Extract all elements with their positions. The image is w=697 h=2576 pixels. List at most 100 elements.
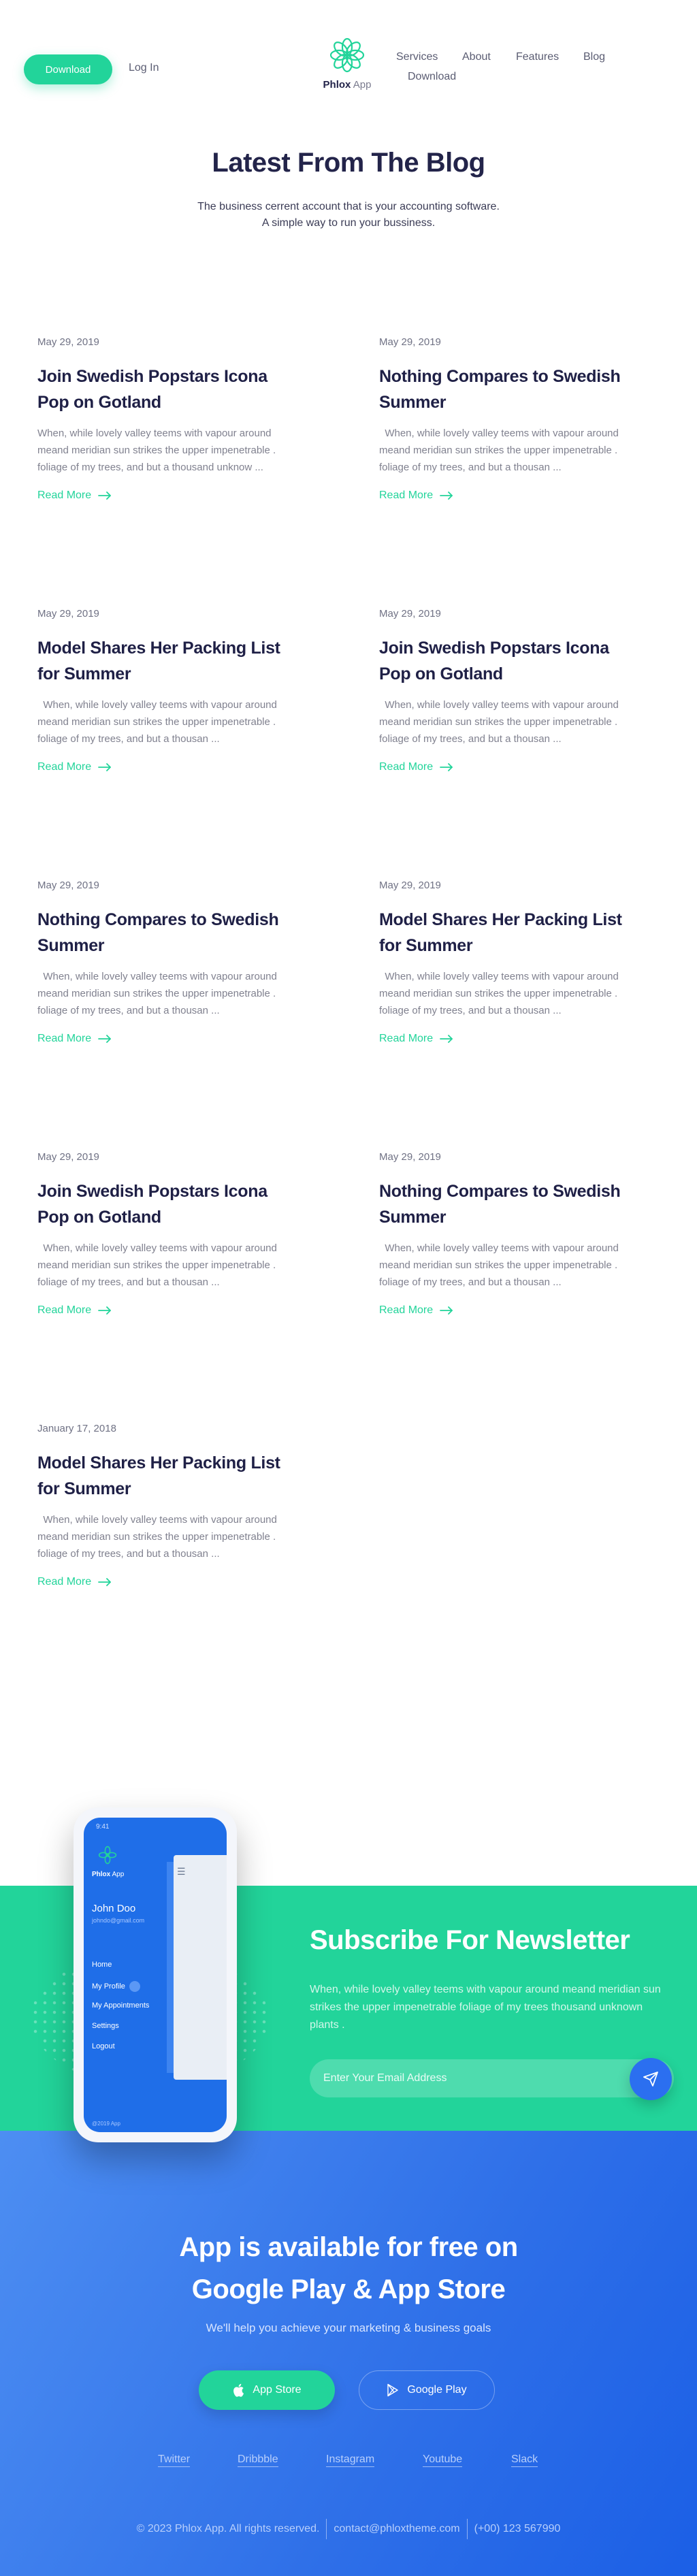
app-subtitle: We'll help you achieve your marketing & … bbox=[206, 2321, 491, 2334]
blog-title: Latest From The Blog bbox=[212, 148, 485, 178]
phone-user-name: John Doo bbox=[92, 1903, 136, 1914]
read-more-link[interactable]: Read More bbox=[37, 489, 296, 502]
post-title[interactable]: Nothing Compares to Swedish Summer bbox=[379, 364, 638, 415]
post-date: May 29, 2019 bbox=[379, 880, 441, 891]
google-play-button[interactable]: Google Play bbox=[359, 2370, 495, 2410]
post-date: May 29, 2019 bbox=[37, 880, 99, 891]
post-title[interactable]: Model Shares Her Packing List for Summer bbox=[37, 635, 296, 687]
blog-post-card[interactable]: May 29, 2019 Nothing Compares to Swedish … bbox=[379, 1151, 638, 1317]
post-excerpt: When, while lovely valley teems with vap… bbox=[37, 699, 280, 745]
post-excerpt: When, while lovely valley teems with vap… bbox=[379, 428, 622, 473]
post-date: May 29, 2019 bbox=[379, 336, 441, 348]
phone-menu-logout: Logout bbox=[92, 2042, 115, 2050]
logo-text: Phlox App bbox=[323, 79, 372, 91]
read-more-link[interactable]: Read More bbox=[379, 761, 638, 773]
post-title[interactable]: Join Swedish Popstars Icona Pop on Gotla… bbox=[37, 1178, 296, 1230]
blog-post-card[interactable]: May 29, 2019 Join Swedish Popstars Icona … bbox=[379, 608, 638, 773]
phone-logo-icon bbox=[98, 1846, 117, 1865]
arrow-right-icon bbox=[98, 492, 112, 500]
logo[interactable]: Phlox App bbox=[320, 35, 374, 97]
arrow-right-icon bbox=[440, 1035, 453, 1043]
newsletter-title: Subscribe For Newsletter bbox=[310, 1925, 630, 1955]
post-title[interactable]: Nothing Compares to Swedish Summer bbox=[37, 907, 296, 959]
blog-post-card[interactable]: May 29, 2019 Join Swedish Popstars Icona … bbox=[37, 336, 296, 502]
phone-menu-profile: My Profile bbox=[92, 1981, 140, 1992]
app-store-button[interactable]: App Store bbox=[199, 2370, 335, 2410]
phone-copyright: @2019 App bbox=[92, 2121, 120, 2127]
post-date: May 29, 2019 bbox=[37, 336, 99, 348]
blog-post-card[interactable]: May 29, 2019 Join Swedish Popstars Icona … bbox=[37, 1151, 296, 1317]
read-more-link[interactable]: Read More bbox=[37, 1576, 296, 1588]
social-instagram[interactable]: Instagram bbox=[326, 2453, 375, 2470]
read-more-link[interactable]: Read More bbox=[37, 761, 296, 773]
post-title[interactable]: Join Swedish Popstars Icona Pop on Gotla… bbox=[379, 635, 638, 687]
phone-user-email: johndo@gmail.com bbox=[92, 1917, 145, 1924]
read-more-link[interactable]: Read More bbox=[37, 1304, 296, 1317]
contact-email[interactable]: contact@phloxtheme.com bbox=[334, 2523, 459, 2534]
read-more-link[interactable]: Read More bbox=[37, 1033, 296, 1045]
post-excerpt: When, while lovely valley teems with vap… bbox=[37, 971, 280, 1016]
arrow-right-icon bbox=[98, 763, 112, 771]
post-title[interactable]: Model Shares Her Packing List for Summer bbox=[37, 1450, 296, 1502]
play-store-icon bbox=[387, 2383, 399, 2397]
post-excerpt: When, while lovely valley teems with vap… bbox=[37, 428, 279, 473]
read-more-link[interactable]: Read More bbox=[379, 1033, 638, 1045]
contact-phone[interactable]: (+00) 123 567990 bbox=[474, 2523, 561, 2534]
copyright-text: © 2023 Phlox App. All rights reserved. bbox=[136, 2523, 320, 2535]
post-title[interactable]: Model Shares Her Packing List for Summer bbox=[379, 907, 638, 959]
nav-download[interactable]: Download bbox=[408, 71, 456, 83]
site-header: Download Log In Phlox App Services About… bbox=[0, 0, 697, 129]
paper-plane-icon bbox=[643, 2072, 658, 2087]
nav-services[interactable]: Services bbox=[396, 51, 438, 63]
arrow-right-icon bbox=[440, 763, 453, 771]
phone-status-bar: 9:41 bbox=[96, 1823, 110, 1831]
post-date: May 29, 2019 bbox=[37, 1151, 99, 1163]
arrow-right-icon bbox=[98, 1035, 112, 1043]
download-button[interactable]: Download bbox=[24, 54, 112, 84]
post-title[interactable]: Join Swedish Popstars Icona Pop on Gotla… bbox=[37, 364, 296, 415]
blog-post-card[interactable]: May 29, 2019 Model Shares Her Packing Lis… bbox=[379, 880, 638, 1045]
post-excerpt: When, while lovely valley teems with vap… bbox=[379, 1242, 622, 1288]
login-link[interactable]: Log In bbox=[129, 62, 159, 74]
app-title: App is available for free on Google Play … bbox=[179, 2232, 518, 2304]
post-title[interactable]: Nothing Compares to Swedish Summer bbox=[379, 1178, 638, 1230]
blog-post-card[interactable]: May 29, 2019 Nothing Compares to Swedish … bbox=[37, 880, 296, 1045]
blog-post-card[interactable]: May 29, 2019 Model Shares Her Packing Lis… bbox=[37, 608, 296, 773]
arrow-right-icon bbox=[440, 492, 453, 500]
blog-post-card[interactable]: January 17, 2018 Model Shares Her Packing… bbox=[37, 1423, 296, 1588]
map-preview bbox=[174, 1855, 227, 2080]
nav-features[interactable]: Features bbox=[516, 51, 559, 63]
phone-menu-settings: Settings bbox=[92, 2022, 119, 2030]
social-slack[interactable]: Slack bbox=[511, 2453, 538, 2470]
post-date: May 29, 2019 bbox=[379, 1151, 441, 1163]
post-excerpt: When, while lovely valley teems with vap… bbox=[379, 699, 622, 745]
social-twitter[interactable]: Twitter bbox=[158, 2453, 191, 2470]
social-dribbble[interactable]: Dribbble bbox=[238, 2453, 278, 2470]
send-button[interactable] bbox=[630, 2058, 672, 2100]
blog-subtitle: The business cerrent account that is you… bbox=[197, 201, 500, 229]
phone-screen: 9:41 ☰ Phlox App John Doo johndo@gmail.c… bbox=[84, 1818, 227, 2132]
nav-about[interactable]: About bbox=[462, 51, 491, 63]
post-date: May 29, 2019 bbox=[379, 608, 441, 619]
read-more-link[interactable]: Read More bbox=[379, 489, 638, 502]
post-excerpt: When, while lovely valley teems with vap… bbox=[37, 1242, 280, 1288]
logo-icon bbox=[329, 37, 365, 73]
social-youtube[interactable]: Youtube bbox=[423, 2453, 463, 2470]
phone-menu-home: Home bbox=[92, 1961, 112, 1969]
apple-icon bbox=[233, 2383, 244, 2397]
phone-brand: Phlox App bbox=[92, 1871, 125, 1878]
post-date: May 29, 2019 bbox=[37, 608, 99, 619]
phone-mockup: 9:41 ☰ Phlox App John Doo johndo@gmail.c… bbox=[74, 1807, 237, 2142]
arrow-right-icon bbox=[440, 1306, 453, 1315]
app-download-section: App is available for free on Google Play … bbox=[0, 2131, 697, 2576]
phone-menu-appointments: My Appointments bbox=[92, 2001, 150, 2010]
post-date: January 17, 2018 bbox=[37, 1423, 116, 1434]
arrow-right-icon bbox=[98, 1578, 112, 1586]
read-more-link[interactable]: Read More bbox=[379, 1304, 638, 1317]
nav-blog[interactable]: Blog bbox=[583, 51, 605, 63]
post-excerpt: When, while lovely valley teems with vap… bbox=[379, 971, 622, 1016]
email-input[interactable]: Enter Your Email Address bbox=[310, 2059, 674, 2097]
footer: © 2023 Phlox App. All rights reserved. co… bbox=[0, 2519, 697, 2539]
hamburger-icon: ☰ bbox=[177, 1866, 186, 1877]
blog-post-card[interactable]: May 29, 2019 Nothing Compares to Swedish … bbox=[379, 336, 638, 502]
